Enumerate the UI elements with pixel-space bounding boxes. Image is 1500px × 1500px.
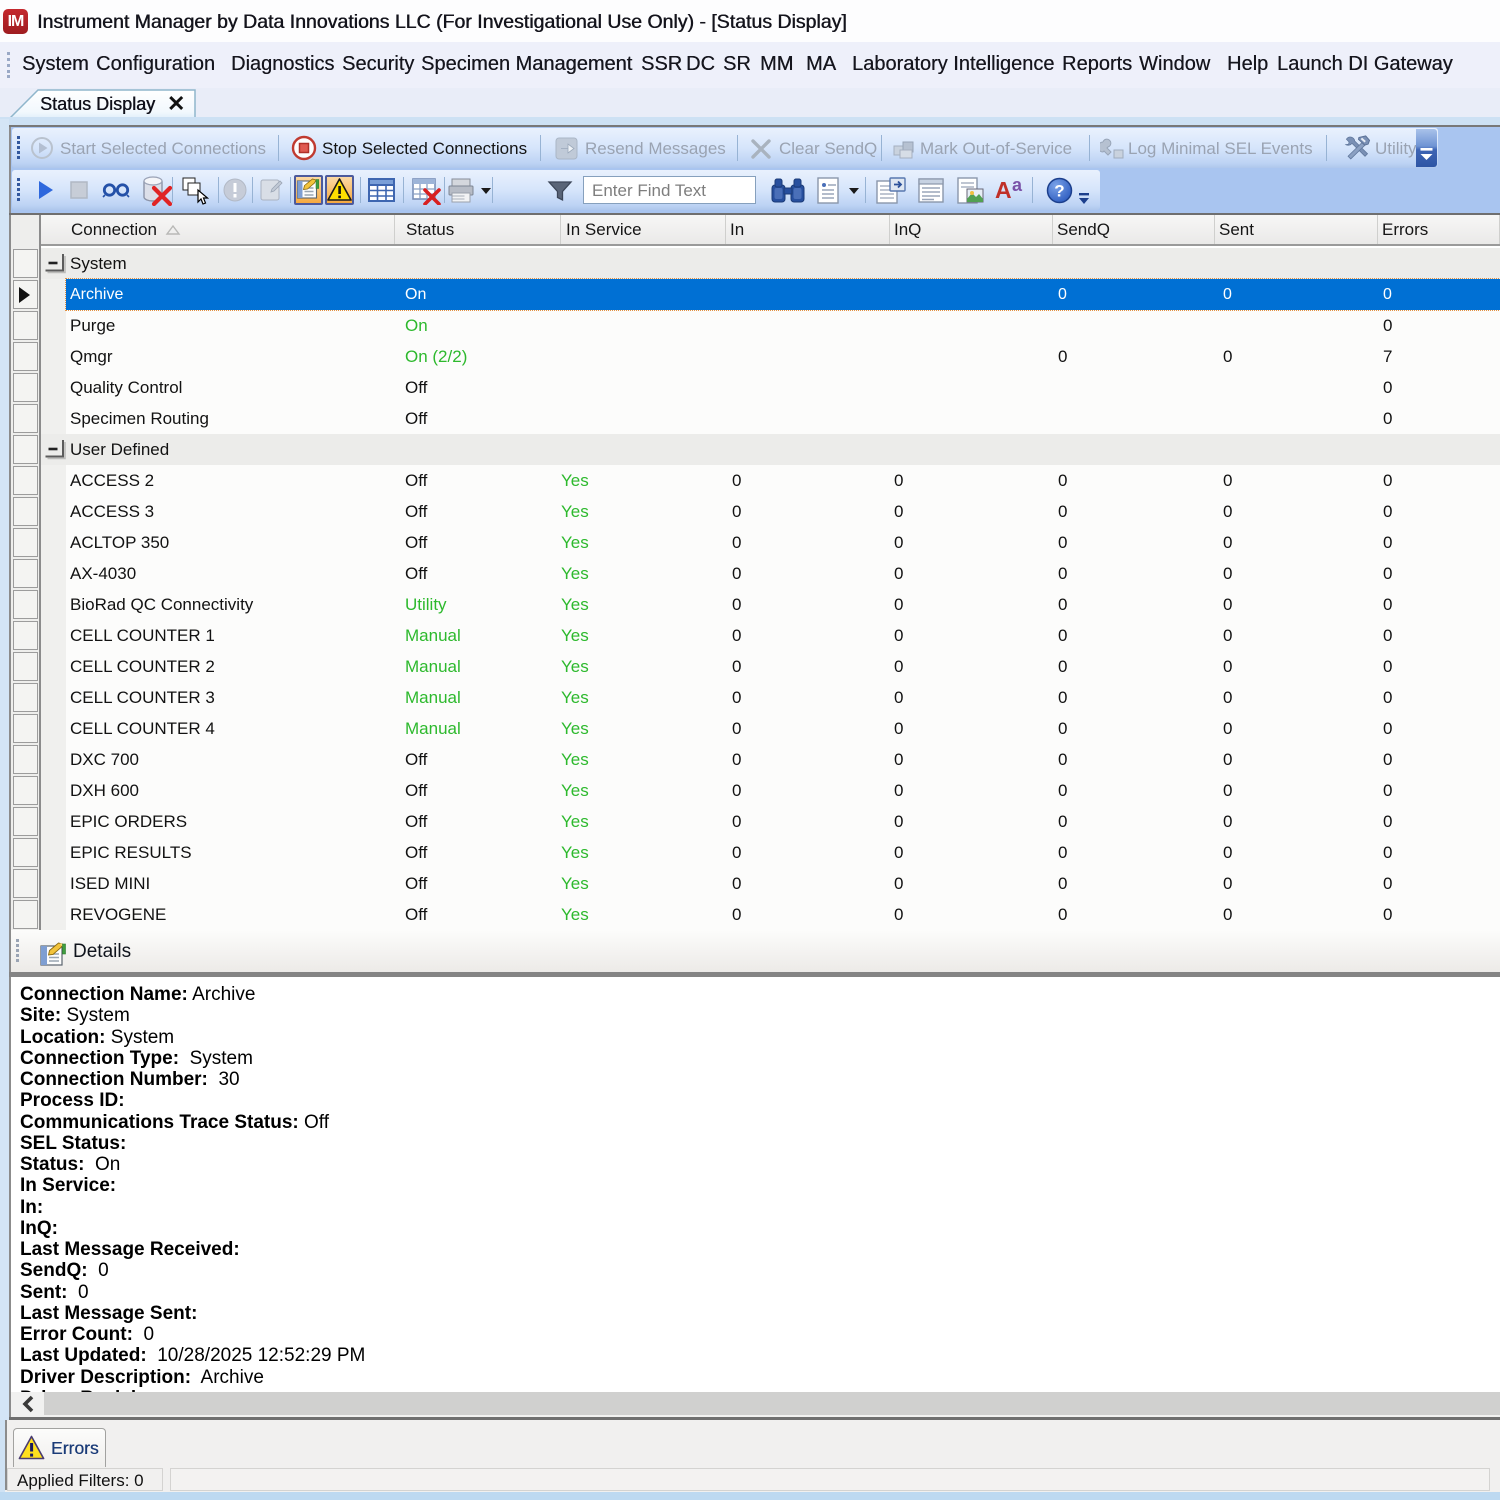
svg-text:?: ? [1054,182,1064,201]
